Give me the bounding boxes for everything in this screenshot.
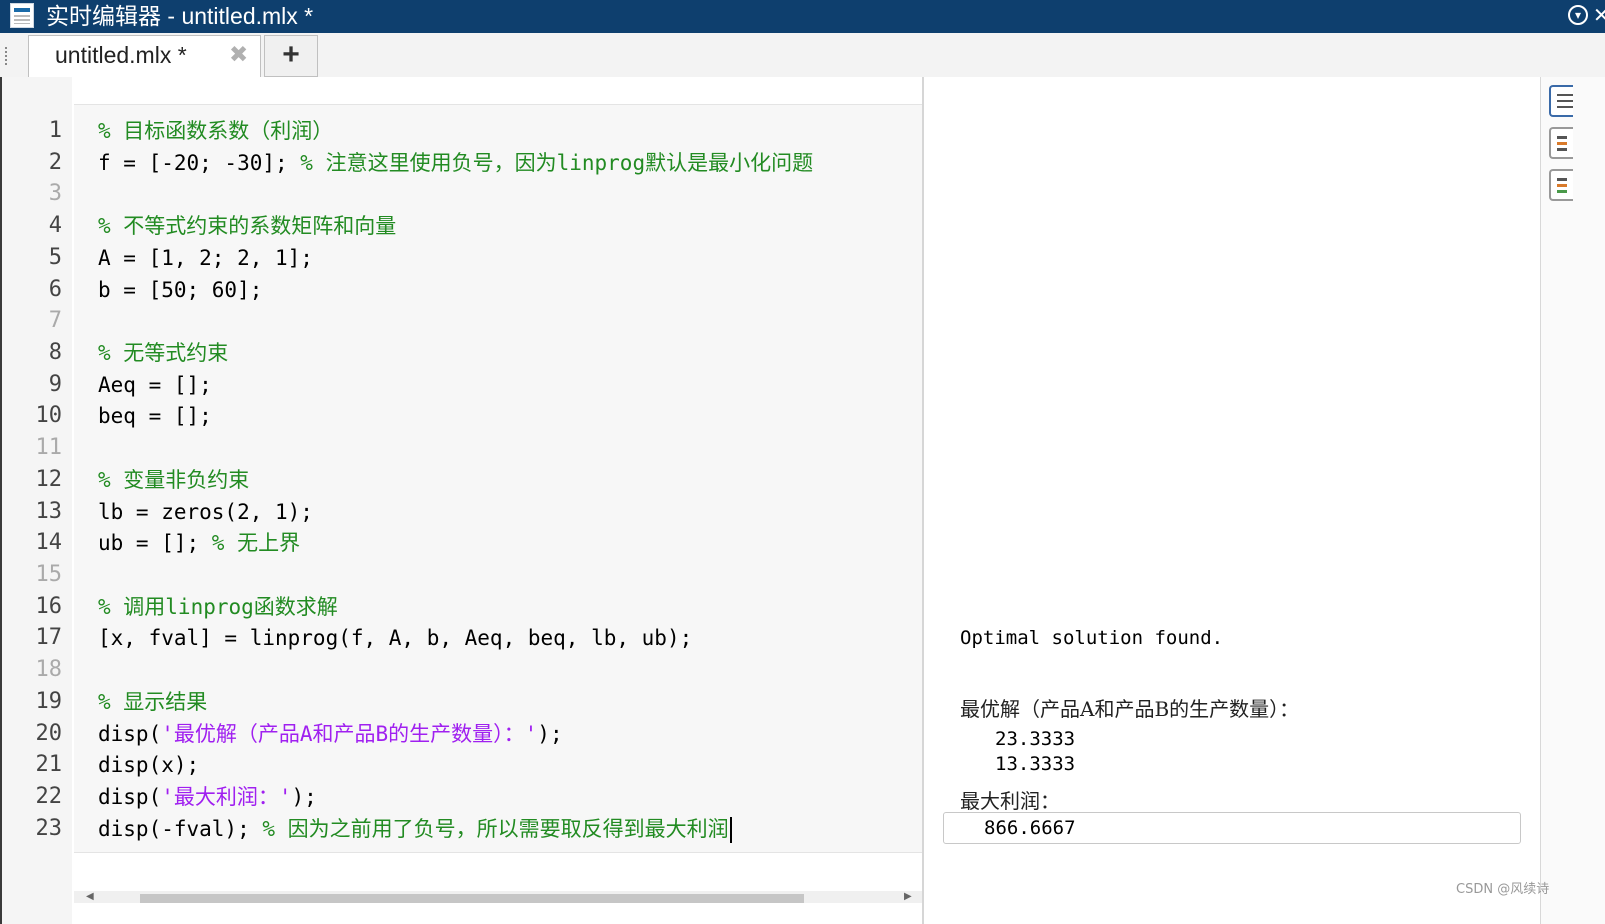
text-cursor bbox=[729, 817, 732, 843]
add-tab-button[interactable]: + bbox=[264, 35, 318, 77]
line-number: 18 bbox=[35, 657, 63, 682]
line-number: 23 bbox=[35, 816, 63, 841]
hide-code-icon[interactable] bbox=[1549, 169, 1573, 201]
code-text: disp(-fval); bbox=[98, 817, 263, 841]
line-number: 15 bbox=[35, 562, 63, 587]
title-bar: 实时编辑器 - untitled.mlx * ▾ ✕ bbox=[0, 0, 1605, 33]
line-number: 3 bbox=[48, 181, 62, 206]
line-number: 20 bbox=[35, 721, 63, 746]
line-number: 4 bbox=[48, 213, 62, 238]
live-editor-app-icon bbox=[10, 3, 34, 28]
tab-label: untitled.mlx * bbox=[55, 42, 187, 68]
code-text: beq = []; bbox=[98, 404, 212, 428]
code-text: ub = []; bbox=[98, 531, 212, 555]
code-line-17[interactable]: [x, fval] = linprog(f, A, b, Aeq, beq, l… bbox=[98, 623, 692, 653]
scroll-right-icon[interactable]: ▶ bbox=[904, 891, 912, 902]
output-inline-icon[interactable] bbox=[1549, 127, 1573, 159]
code-text: ); bbox=[291, 785, 317, 809]
code-line-9[interactable]: Aeq = []; bbox=[98, 370, 212, 400]
line-number: 19 bbox=[35, 689, 63, 714]
code-comment: % 目标函数系数（利润） bbox=[98, 119, 334, 143]
code-text: [x, fval] = linprog(f, A, b, Aeq, beq, l… bbox=[98, 626, 693, 650]
scrollbar-thumb[interactable] bbox=[140, 894, 804, 903]
code-text: Aeq = []; bbox=[98, 373, 212, 397]
line-number: 8 bbox=[48, 340, 62, 365]
code-line-4[interactable]: % 不等式约束的系数矩阵和向量 bbox=[98, 211, 396, 241]
code-comment: % 注意这里使用负号，因为linprog默认是最小化问题 bbox=[300, 151, 814, 175]
output-profit-value: 866.6667 bbox=[984, 817, 1076, 839]
line-number: 1 bbox=[48, 118, 62, 143]
watermark: CSDN @风续诗 bbox=[1456, 882, 1550, 897]
line-number: 12 bbox=[35, 467, 63, 492]
line-number-gutter: 1 2 3 4 5 6 7 8 9 10 11 12 13 14 15 16 1… bbox=[2, 77, 72, 924]
tab-strip: untitled.mlx * ✖ + bbox=[0, 33, 1605, 78]
code-line-16[interactable]: % 调用linprog函数求解 bbox=[98, 592, 338, 622]
code-line-14[interactable]: ub = []; % 无上界 bbox=[98, 528, 300, 558]
horizontal-scrollbar[interactable]: ◀ ▶ bbox=[74, 891, 922, 903]
window-title: 实时编辑器 - untitled.mlx * bbox=[46, 3, 314, 29]
line-number: 7 bbox=[48, 308, 62, 333]
line-number: 2 bbox=[48, 150, 62, 175]
scroll-left-icon[interactable]: ◀ bbox=[86, 891, 94, 902]
output-profit-label: 最大利润： bbox=[960, 789, 1060, 813]
code-text: ); bbox=[537, 722, 563, 746]
code-comment: % 无等式约束 bbox=[98, 341, 229, 365]
line-number: 5 bbox=[48, 245, 62, 270]
drag-grip-icon[interactable] bbox=[5, 47, 7, 65]
code-line-5[interactable]: A = [1, 2; 2, 1]; bbox=[98, 243, 313, 273]
code-line-1[interactable]: % 目标函数系数（利润） bbox=[98, 116, 333, 146]
code-line-8[interactable]: % 无等式约束 bbox=[98, 338, 228, 368]
output-status: Optimal solution found. bbox=[960, 627, 1224, 649]
output-x1: 23.3333 bbox=[995, 728, 1076, 750]
code-line-19[interactable]: % 显示结果 bbox=[98, 687, 207, 717]
code-comment: % 调用linprog函数求解 bbox=[98, 595, 338, 619]
code-line-6[interactable]: b = [50; 60]; bbox=[98, 275, 262, 305]
output-value-box: 866.6667 bbox=[943, 812, 1521, 844]
line-number: 21 bbox=[35, 752, 63, 777]
code-string: '最大利润：' bbox=[161, 785, 292, 809]
line-number: 22 bbox=[35, 784, 63, 809]
close-window-icon[interactable]: ✕ bbox=[1593, 0, 1605, 33]
code-text: disp(x); bbox=[98, 753, 200, 777]
code-line-2[interactable]: f = [-20; -30]; % 注意这里使用负号，因为linprog默认是最… bbox=[98, 148, 813, 178]
code-comment: % 不等式约束的系数矩阵和向量 bbox=[98, 214, 397, 238]
code-text: A = [1, 2; 2, 1]; bbox=[98, 246, 313, 270]
line-number: 17 bbox=[35, 625, 63, 650]
code-comment: % 无上界 bbox=[211, 531, 301, 555]
code-string: '最优解（产品A和产品B的生产数量）：' bbox=[161, 722, 538, 746]
line-number: 10 bbox=[35, 403, 63, 428]
code-line-23[interactable]: disp(-fval); % 因为之前用了负号，所以需要取反得到最大利润 bbox=[98, 814, 732, 844]
line-number: 11 bbox=[35, 435, 63, 460]
code-text: f = [-20; -30]; bbox=[98, 151, 301, 175]
code-text: lb = zeros(2, 1); bbox=[98, 500, 313, 524]
code-text: disp( bbox=[98, 722, 162, 746]
code-line-13[interactable]: lb = zeros(2, 1); bbox=[98, 497, 313, 527]
line-number: 16 bbox=[35, 594, 63, 619]
code-line-12[interactable]: % 变量非负约束 bbox=[98, 465, 249, 495]
line-number: 14 bbox=[35, 530, 63, 555]
output-solution-label: 最优解（产品A和产品B的生产数量）： bbox=[960, 697, 1300, 721]
code-comment: % 变量非负约束 bbox=[98, 468, 250, 492]
collapse-icon[interactable]: ▾ bbox=[1568, 5, 1588, 25]
code-line-22[interactable]: disp('最大利润：'); bbox=[98, 782, 317, 812]
code-comment: % 因为之前用了负号，所以需要取反得到最大利润 bbox=[262, 817, 729, 841]
tab-untitled[interactable]: untitled.mlx * ✖ bbox=[28, 35, 261, 78]
line-number: 6 bbox=[48, 277, 62, 302]
output-right-icon[interactable] bbox=[1549, 85, 1573, 117]
code-line-20[interactable]: disp('最优解（产品A和产品B的生产数量）：'); bbox=[98, 719, 563, 749]
output-x2: 13.3333 bbox=[995, 753, 1076, 775]
line-number: 9 bbox=[48, 372, 62, 397]
code-line-10[interactable]: beq = []; bbox=[98, 401, 212, 431]
output-layout-toolbar bbox=[1540, 77, 1605, 924]
line-number: 13 bbox=[35, 499, 63, 524]
code-comment: % 显示结果 bbox=[98, 690, 208, 714]
code-text: disp( bbox=[98, 785, 162, 809]
code-text: b = [50; 60]; bbox=[98, 278, 263, 302]
close-tab-icon[interactable]: ✖ bbox=[229, 41, 248, 68]
code-line-21[interactable]: disp(x); bbox=[98, 750, 199, 780]
